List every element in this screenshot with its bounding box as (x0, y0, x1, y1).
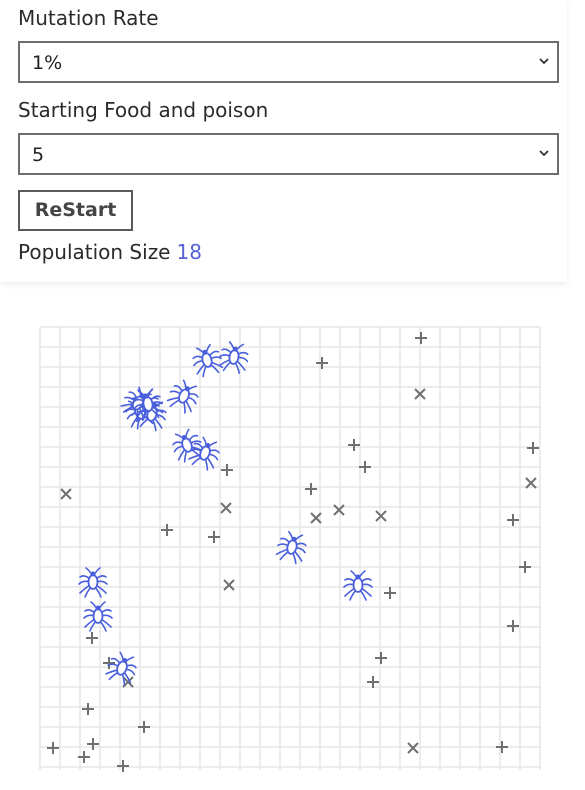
food-plus-marker (208, 531, 220, 543)
food-plus-marker (519, 561, 531, 573)
restart-button[interactable]: ReStart (18, 190, 133, 231)
starting-food-value: 5 (32, 144, 45, 166)
poison-x-marker (60, 488, 72, 500)
food-plus-marker (117, 760, 129, 772)
food-plus-marker (359, 461, 371, 473)
poison-x-marker (220, 502, 232, 514)
poison-x-marker (375, 510, 387, 522)
food-plus-marker (47, 742, 59, 754)
creature (343, 570, 373, 601)
population-size: Population Size 18 (18, 240, 202, 264)
chevron-down-icon (539, 58, 549, 65)
food-plus-marker (348, 439, 360, 451)
controls-panel: Mutation Rate 1% Starting Food and poiso… (0, 0, 567, 282)
mutation-rate-label: Mutation Rate (18, 6, 159, 30)
mutation-rate-select[interactable]: 1% (18, 41, 559, 83)
food-plus-marker (87, 738, 99, 750)
starting-food-select[interactable]: 5 (18, 133, 559, 175)
simulation-canvas[interactable] (20, 315, 545, 775)
food-plus-marker (384, 587, 396, 599)
starting-food-label: Starting Food and poison (18, 98, 269, 122)
population-label: Population Size (18, 240, 171, 264)
food-plus-marker (305, 483, 317, 495)
food-plus-marker (86, 632, 98, 644)
food-plus-marker (375, 652, 387, 664)
poison-x-marker (407, 742, 419, 754)
food-plus-marker (507, 620, 519, 632)
mutation-rate-value: 1% (32, 52, 63, 74)
poison-x-marker (223, 579, 235, 591)
creatures (78, 341, 373, 686)
food-plus-marker (367, 676, 379, 688)
chevron-down-icon (539, 150, 549, 157)
creature (192, 343, 224, 378)
creature (218, 341, 249, 374)
creature (166, 379, 199, 414)
creature (78, 567, 108, 598)
food-plus-marker (161, 524, 173, 536)
population-count: 18 (176, 240, 202, 264)
food-plus-marker (82, 703, 94, 715)
food-plus-marker (507, 514, 519, 526)
food-plus-marker (496, 741, 508, 753)
food-plus-marker (527, 442, 539, 454)
food-plus-marker (221, 464, 233, 476)
food-plus-marker (415, 332, 427, 344)
